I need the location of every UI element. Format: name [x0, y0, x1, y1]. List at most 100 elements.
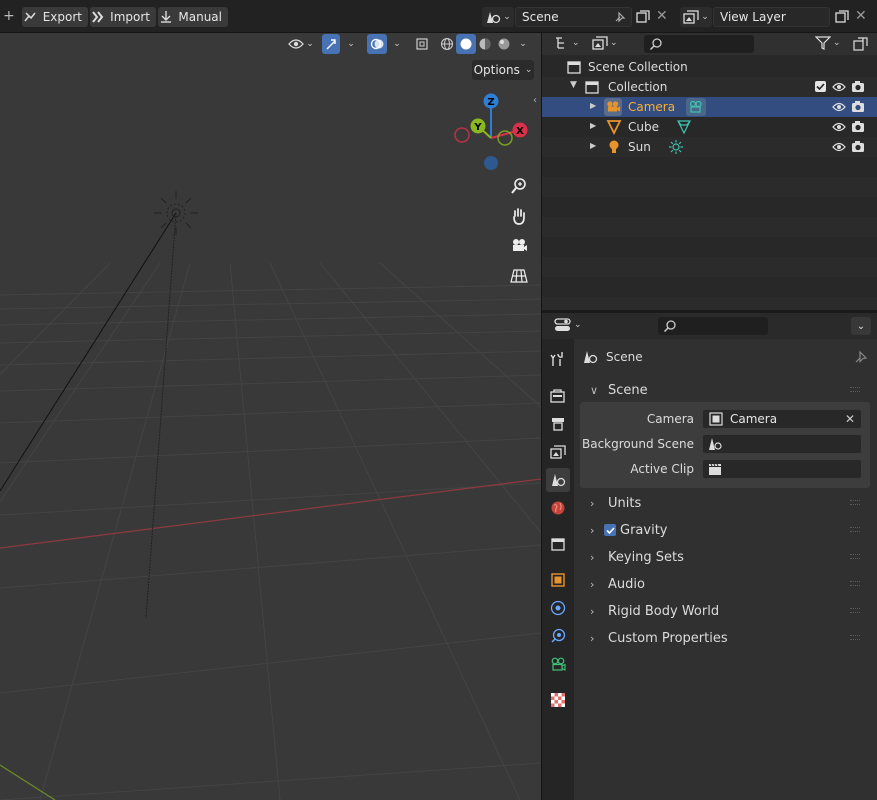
shading-solid-button[interactable] — [456, 34, 476, 54]
tab-physics[interactable] — [546, 596, 570, 620]
panel-title: Keying Sets — [608, 549, 684, 565]
outliner-search-input[interactable] — [644, 35, 754, 53]
camera-view-button[interactable] — [506, 233, 532, 259]
sidebar-toggle-icon[interactable]: ‹ — [533, 95, 537, 106]
options-dropdown[interactable]: ⌄ — [851, 317, 871, 335]
tab-object[interactable] — [546, 568, 570, 592]
drag-handle-icon[interactable] — [850, 635, 860, 640]
scene-browse-button[interactable]: ⌄ — [482, 7, 514, 27]
delete-view-layer-icon[interactable]: ✕ — [855, 8, 867, 24]
shading-rendered-button[interactable] — [495, 33, 513, 55]
drag-handle-icon[interactable] — [850, 500, 860, 505]
tab-tool[interactable] — [546, 347, 570, 371]
tab-camera-data[interactable] — [546, 652, 570, 676]
expand-arrow-icon[interactable]: ▶ — [590, 121, 596, 130]
pan-button[interactable] — [506, 203, 532, 229]
background-scene-field[interactable] — [702, 434, 862, 454]
view-layer-browse-button[interactable]: ⌄ — [680, 7, 712, 27]
pin-icon[interactable] — [853, 349, 869, 365]
perspective-toggle-button[interactable] — [506, 263, 532, 289]
panel-header-keying-sets[interactable]: › Keying Sets — [580, 545, 870, 569]
render-camera-icon[interactable] — [851, 100, 865, 113]
filter-dropdown[interactable]: ⌄ — [815, 36, 841, 50]
outliner-item-label: Scene Collection — [588, 60, 688, 74]
scene-name-field[interactable]: Scene — [515, 7, 632, 27]
panel-header-rigid-body-world[interactable]: › Rigid Body World — [580, 599, 870, 623]
gravity-checkbox[interactable] — [604, 524, 616, 536]
drag-handle-icon[interactable] — [850, 527, 860, 532]
navigation-gizmo[interactable]: Z X Y — [450, 91, 532, 173]
drag-handle-icon[interactable] — [850, 581, 860, 586]
3d-viewport[interactable]: ⌄ ⌄ ⌄ ⌄ Options ⌄ ‹ Z X Y — [0, 33, 541, 800]
active-clip-field[interactable] — [702, 459, 862, 479]
overlays-dropdown[interactable]: ⌄ — [389, 33, 405, 55]
pin-icon[interactable] — [613, 10, 627, 24]
tab-constraints[interactable] — [546, 624, 570, 648]
sun-data-icon[interactable] — [668, 139, 684, 155]
panel-header-audio[interactable]: › Audio — [580, 572, 870, 596]
new-scene-icon[interactable] — [635, 9, 651, 25]
clear-icon[interactable]: ✕ — [845, 412, 855, 426]
eye-icon[interactable] — [832, 81, 846, 93]
tab-world[interactable] — [546, 496, 570, 520]
gizmo-dropdown[interactable]: ⌄ — [342, 33, 360, 55]
panel-header-scene[interactable]: ∨ Scene — [580, 378, 870, 402]
options-dropdown[interactable]: Options ⌄ — [472, 60, 534, 80]
camera-data-icon[interactable] — [686, 98, 706, 116]
expand-arrow-icon[interactable]: ▶ — [590, 101, 596, 110]
editor-type-dropdown[interactable]: ⌄ — [554, 35, 580, 51]
render-camera-icon[interactable] — [851, 120, 865, 133]
new-view-layer-icon[interactable] — [834, 9, 850, 25]
panel-header-units[interactable]: › Units — [580, 491, 870, 515]
panel-header-gravity[interactable]: › Gravity — [580, 518, 870, 542]
outliner-row-collection[interactable]: ▼ Collection — [542, 77, 877, 97]
outliner-row-sun[interactable]: ▶ Sun — [542, 137, 877, 157]
view-layer-name-field[interactable]: View Layer — [713, 7, 830, 27]
overlays-toggle-button[interactable] — [367, 34, 387, 54]
properties-search-input[interactable] — [658, 317, 768, 335]
tab-output[interactable] — [546, 412, 570, 436]
panel-header-custom-properties[interactable]: › Custom Properties — [580, 626, 870, 650]
tab-render[interactable] — [546, 384, 570, 408]
mesh-data-icon[interactable] — [676, 119, 692, 135]
tab-collection[interactable] — [546, 532, 570, 556]
expand-arrow-icon[interactable]: ▼ — [570, 80, 577, 90]
mesh-object-icon — [606, 119, 622, 135]
new-collection-button[interactable] — [853, 36, 869, 52]
shading-material-button[interactable] — [476, 33, 494, 55]
manual-button[interactable]: Manual — [158, 7, 228, 27]
drag-handle-icon[interactable] — [850, 387, 860, 392]
camera-field[interactable]: Camera ✕ — [702, 409, 862, 429]
outliner-row-camera[interactable]: ▶ Camera — [542, 97, 877, 117]
outliner-empty-row — [542, 237, 877, 257]
outliner-row-scene-collection[interactable]: Scene Collection — [542, 57, 877, 77]
eye-icon[interactable] — [832, 121, 846, 133]
drag-handle-icon[interactable] — [850, 554, 860, 559]
tab-scene[interactable] — [546, 468, 570, 492]
visibility-dropdown[interactable]: ⌄ — [285, 33, 317, 55]
filter-icon — [815, 36, 831, 50]
render-camera-icon[interactable] — [851, 140, 865, 153]
exclude-checkbox[interactable] — [815, 81, 826, 92]
outliner-row-cube[interactable]: ▶ Cube — [542, 117, 877, 137]
panel-title: Custom Properties — [608, 630, 728, 646]
eye-icon[interactable] — [832, 101, 846, 113]
gizmo-toggle-button[interactable] — [322, 34, 340, 54]
delete-scene-icon[interactable]: ✕ — [656, 8, 668, 24]
add-workspace-icon[interactable]: + — [3, 9, 15, 23]
eye-icon[interactable] — [832, 141, 846, 153]
render-camera-icon[interactable] — [851, 80, 865, 93]
zoom-button[interactable] — [506, 173, 532, 199]
editor-type-dropdown[interactable]: ⌄ — [554, 318, 582, 332]
display-mode-dropdown[interactable]: ⌄ — [592, 35, 618, 51]
expand-arrow-icon[interactable]: ▶ — [590, 141, 596, 150]
tab-texture[interactable] — [546, 688, 570, 712]
shading-dropdown[interactable]: ⌄ — [515, 33, 531, 55]
drag-handle-icon[interactable] — [850, 608, 860, 613]
shading-wireframe-button[interactable] — [438, 33, 456, 55]
import-button[interactable]: Import — [90, 7, 156, 27]
xray-toggle-button[interactable] — [412, 33, 432, 55]
active-clip-label: Active Clip — [630, 462, 694, 476]
export-button[interactable]: Export — [22, 7, 88, 27]
tab-view-layer[interactable] — [546, 440, 570, 464]
